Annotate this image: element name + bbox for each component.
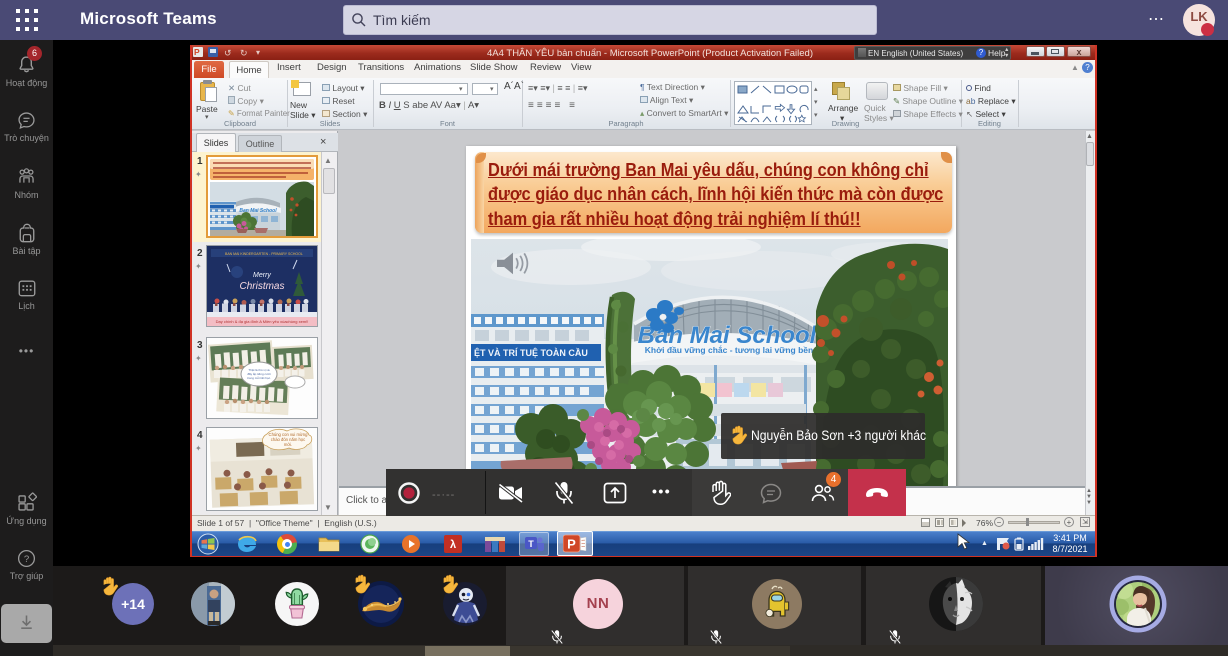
svg-text:ỆT VÀ TRÍ TUỆ TOÀN CẦU: ỆT VÀ TRÍ TUỆ TOÀN CẦU [474, 347, 588, 358]
svg-text:Khởi đầu vững chắc - tương lai: Khởi đầu vững chắc - tương lai vững bền [645, 344, 813, 355]
svg-text:λ: λ [450, 539, 456, 551]
svg-text:Merry: Merry [253, 272, 271, 279]
svg-text:trong mỗi tiết học.: trong mỗi tiết học. [247, 375, 271, 380]
svg-text:Christmas: Christmas [239, 281, 284, 292]
svg-text:?: ? [24, 554, 29, 565]
svg-text:BAN MAI KINDERGARTEN - PRIMARY: BAN MAI KINDERGARTEN - PRIMARY SCHOOL [225, 252, 303, 256]
svg-text:Dạy chính & đạ gia đình A M: Dạy chính & đạ gia đình A Miền yêu xùach… [216, 319, 309, 324]
svg-text:T: T [528, 539, 534, 549]
svg-text:mới.: mới. [284, 442, 292, 447]
svg-text:P: P [567, 537, 576, 552]
